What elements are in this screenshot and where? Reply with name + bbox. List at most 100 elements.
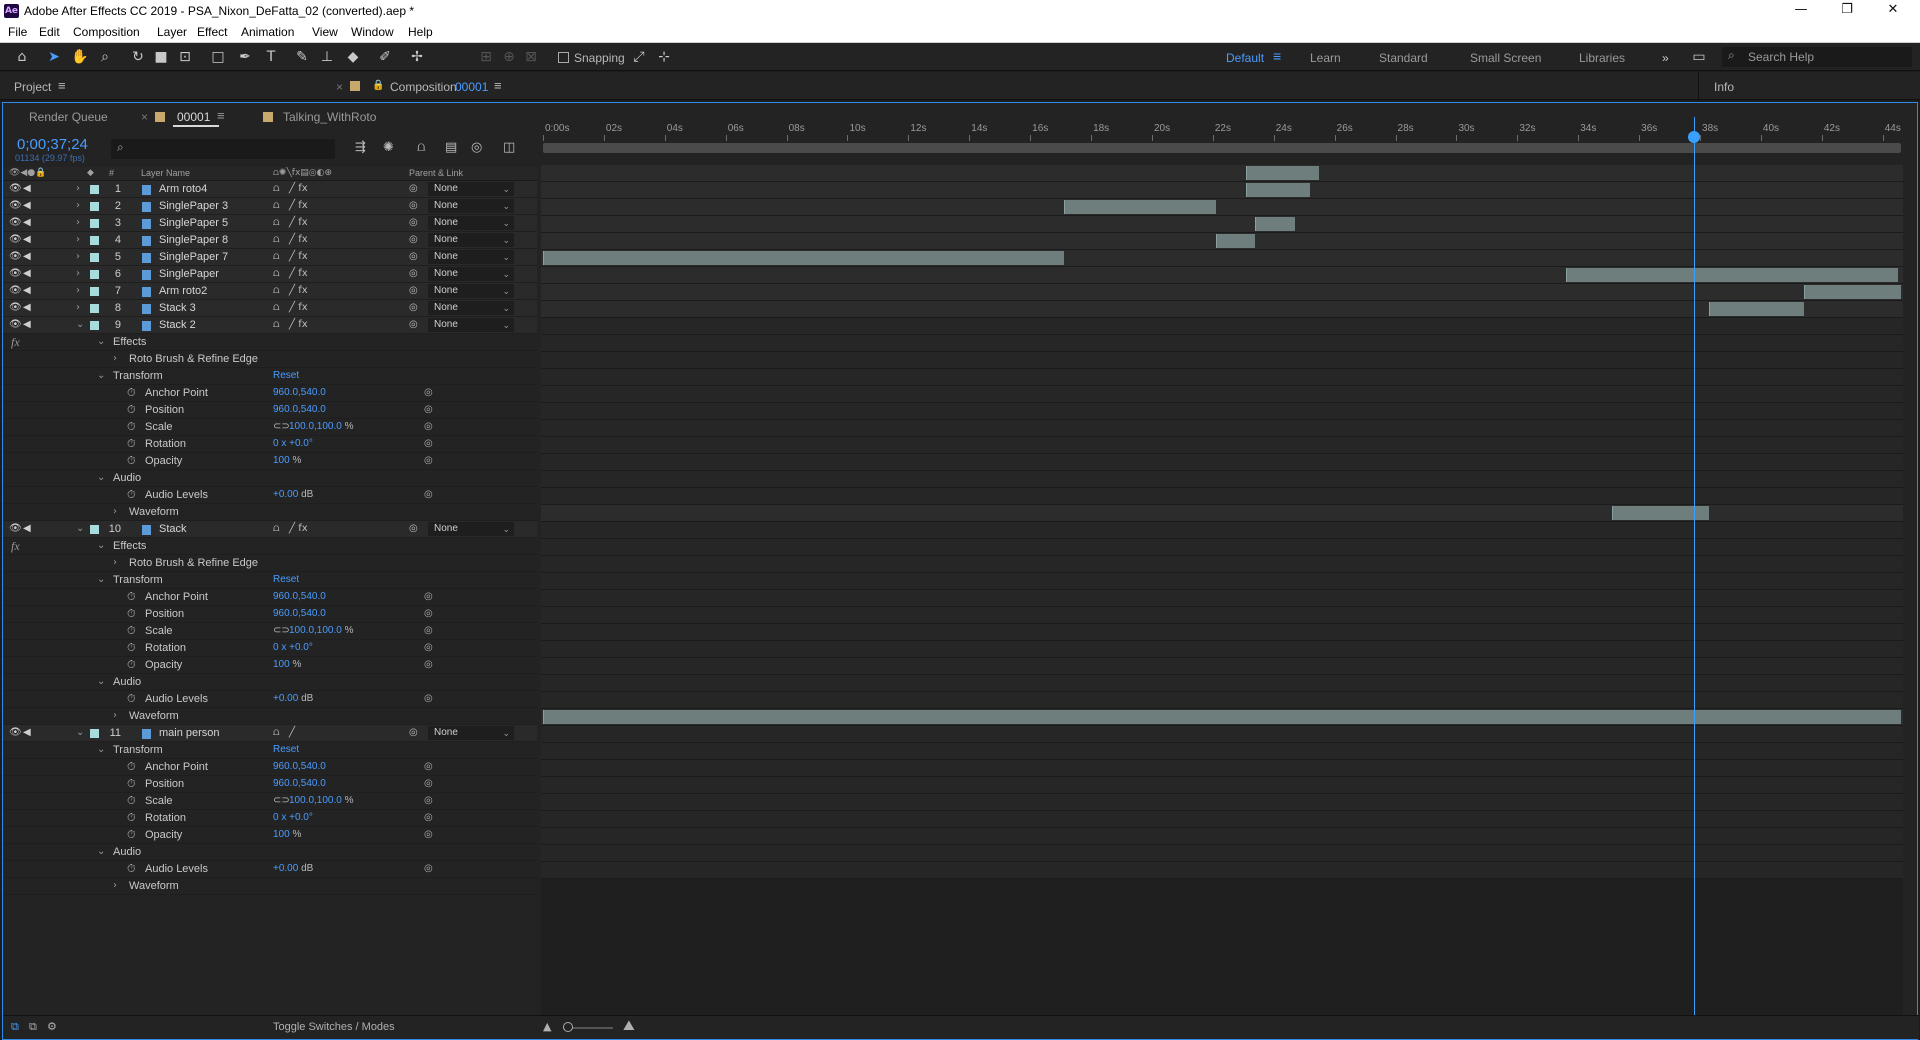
property-row-audio-levels[interactable]: ⏱ Audio Levels +0.00 dB ◎ xyxy=(3,487,537,504)
pick-whip-icon[interactable]: ◎ xyxy=(409,521,418,537)
layer-name[interactable]: main person xyxy=(159,725,220,741)
camera-tool-icon[interactable]: ■ xyxy=(152,48,170,66)
layer-name[interactable]: Stack xyxy=(159,521,187,537)
expression-pick-whip-icon[interactable]: ◎ xyxy=(424,810,433,826)
rotate-tool-icon[interactable]: ↻ xyxy=(129,48,147,66)
twirl-open-icon[interactable]: ⌄ xyxy=(97,470,105,486)
expression-pick-whip-icon[interactable]: ◎ xyxy=(424,691,433,707)
layer-switches-pane-icon[interactable]: ⧉ xyxy=(11,1020,19,1034)
eye-visibility-icon[interactable]: 👁 xyxy=(9,266,22,282)
stopwatch-icon[interactable]: ⏱ xyxy=(127,623,136,639)
property-value[interactable]: 100.0,100.0 % xyxy=(289,419,354,435)
parent-dropdown[interactable]: None ⌄ xyxy=(428,301,514,315)
expression-pick-whip-icon[interactable]: ◎ xyxy=(424,436,433,452)
pick-whip-icon[interactable]: ◎ xyxy=(409,300,418,316)
eye-visibility-icon[interactable]: 👁 xyxy=(9,300,22,316)
twirl-open-icon[interactable]: ⌄ xyxy=(76,521,84,537)
tab-menu-icon[interactable]: ≡ xyxy=(217,108,225,123)
stopwatch-icon[interactable]: ⏱ xyxy=(127,657,136,673)
expression-pick-whip-icon[interactable]: ◎ xyxy=(424,419,433,435)
eye-visibility-icon[interactable]: 👁 xyxy=(9,215,22,231)
property-value-text[interactable]: 0 x +0.0° xyxy=(273,438,313,449)
property-value-text[interactable]: 100 xyxy=(273,829,290,840)
expression-pick-whip-icon[interactable]: ◎ xyxy=(424,861,433,877)
eye-visibility-icon[interactable]: 👁 xyxy=(9,725,22,741)
label-color-swatch[interactable] xyxy=(90,202,99,211)
layer-duration-bar[interactable] xyxy=(543,710,1901,724)
property-value-text[interactable]: 960.0,540.0 xyxy=(273,761,326,772)
toggle-switches-modes-button[interactable]: Toggle Switches / Modes xyxy=(273,1021,395,1033)
workspace-options-icon[interactable]: ▭ xyxy=(1690,48,1708,66)
twirl-open-icon[interactable]: ⌄ xyxy=(97,368,105,384)
rectangle-tool-icon[interactable]: □ xyxy=(209,48,227,66)
parent-dropdown[interactable]: None ⌄ xyxy=(428,284,514,298)
menu-composition[interactable]: Composition xyxy=(73,25,140,39)
parent-dropdown[interactable]: None ⌄ xyxy=(428,216,514,230)
brush-tool-icon[interactable]: ✎ xyxy=(293,48,311,66)
property-value-text[interactable]: 100.0,100.0 xyxy=(289,625,342,636)
expression-pick-whip-icon[interactable]: ◎ xyxy=(424,606,433,622)
tab-render-queue[interactable]: Render Queue xyxy=(29,110,108,124)
close-tab-icon[interactable]: × xyxy=(141,110,148,124)
property-value[interactable]: 960.0,540.0 xyxy=(273,606,326,622)
property-value-text[interactable]: 100.0,100.0 xyxy=(289,421,342,432)
label-color-swatch[interactable] xyxy=(90,287,99,296)
layer-name-column-header[interactable]: Layer Name xyxy=(141,168,190,178)
property-value-text[interactable]: +0.00 xyxy=(273,863,298,874)
menu-effect[interactable]: Effect xyxy=(197,25,227,39)
snapping-checkbox[interactable] xyxy=(558,52,569,63)
layer-name[interactable]: SinglePaper 3 xyxy=(159,198,228,214)
more-workspaces-icon[interactable]: » xyxy=(1662,51,1669,65)
layer-switches-icons[interactable]: ⩍ ╱ fx xyxy=(273,300,308,316)
layer-row[interactable]: 👁 ◀ › 2 SinglePaper 3 ⩍ ╱ fx ◎ None ⌄ xyxy=(3,198,537,215)
eye-visibility-icon[interactable]: 👁 xyxy=(9,198,22,214)
audio-speaker-icon[interactable]: ◀ xyxy=(23,232,31,248)
pick-whip-icon[interactable]: ◎ xyxy=(409,232,418,248)
stopwatch-icon[interactable]: ⏱ xyxy=(127,793,136,809)
layer-duration-bar[interactable] xyxy=(1709,302,1804,316)
property-value[interactable]: Reset xyxy=(273,742,299,758)
layer-name[interactable]: SinglePaper xyxy=(159,266,219,282)
expression-pick-whip-icon[interactable]: ◎ xyxy=(424,776,433,792)
in-out-pane-icon[interactable]: ⚙ xyxy=(47,1020,57,1033)
layer-name[interactable]: Stack 3 xyxy=(159,300,196,316)
roto-brush-tool-icon[interactable]: ✐ xyxy=(376,48,394,66)
twirl-open-icon[interactable]: ⌄ xyxy=(97,742,105,758)
layer-name[interactable]: SinglePaper 8 xyxy=(159,232,228,248)
layer-name[interactable]: Stack 2 xyxy=(159,317,196,333)
motion-blur-icon[interactable]: ◎ xyxy=(471,140,482,155)
layer-duration-bar[interactable] xyxy=(1255,217,1296,231)
property-row-anchor[interactable]: ⏱ Anchor Point 960.0,540.0 ◎ xyxy=(3,759,537,776)
constrain-proportions-icon[interactable]: ⊂⊃ xyxy=(273,419,290,435)
property-value[interactable]: 960.0,540.0 xyxy=(273,402,326,418)
audio-speaker-icon[interactable]: ◀ xyxy=(23,198,31,214)
twirl-closed-icon[interactable]: › xyxy=(76,215,80,231)
parent-dropdown[interactable]: None ⌄ xyxy=(428,182,514,196)
property-row-scale[interactable]: ⏱ Scale ⊂⊃ 100.0,100.0 % ◎ xyxy=(3,419,537,436)
hand-tool-icon[interactable]: ✋ xyxy=(71,48,89,66)
expression-pick-whip-icon[interactable]: ◎ xyxy=(424,827,433,843)
property-value-text[interactable]: 960.0,540.0 xyxy=(273,387,326,398)
layer-duration-bar[interactable] xyxy=(543,251,1064,265)
layer-switches-icons[interactable]: ⩍ ╱ fx xyxy=(273,283,308,299)
stopwatch-icon[interactable]: ⏱ xyxy=(127,453,136,469)
expression-pick-whip-icon[interactable]: ◎ xyxy=(424,453,433,469)
time-zoom-slider-knob[interactable] xyxy=(563,1022,573,1032)
composition-panel-menu-icon[interactable]: ≡ xyxy=(494,78,502,93)
audio-speaker-icon[interactable]: ◀ xyxy=(23,249,31,265)
label-color-swatch[interactable] xyxy=(90,236,99,245)
frame-blending-icon[interactable]: ▤ xyxy=(445,140,457,155)
layer-row[interactable]: 👁 ◀ › 1 Arm roto4 ⩍ ╱ fx ◎ None ⌄ xyxy=(3,181,537,198)
twirl-closed-icon[interactable]: › xyxy=(76,249,80,265)
constrain-proportions-icon[interactable]: ⊂⊃ xyxy=(273,793,290,809)
layer-search-input[interactable] xyxy=(111,139,335,159)
expression-pick-whip-icon[interactable]: ◎ xyxy=(424,759,433,775)
property-row-position[interactable]: ⏱ Position 960.0,540.0 ◎ xyxy=(3,606,537,623)
property-value[interactable]: Reset xyxy=(273,572,299,588)
audio-speaker-icon[interactable]: ◀ xyxy=(23,521,31,537)
stopwatch-icon[interactable]: ⏱ xyxy=(127,776,136,792)
pick-whip-icon[interactable]: ◎ xyxy=(409,181,418,197)
layer-switches-icons[interactable]: ⩍ ╱ fx xyxy=(273,317,308,333)
layer-duration-bar[interactable] xyxy=(1246,166,1320,180)
audio-speaker-icon[interactable]: ◀ xyxy=(23,283,31,299)
